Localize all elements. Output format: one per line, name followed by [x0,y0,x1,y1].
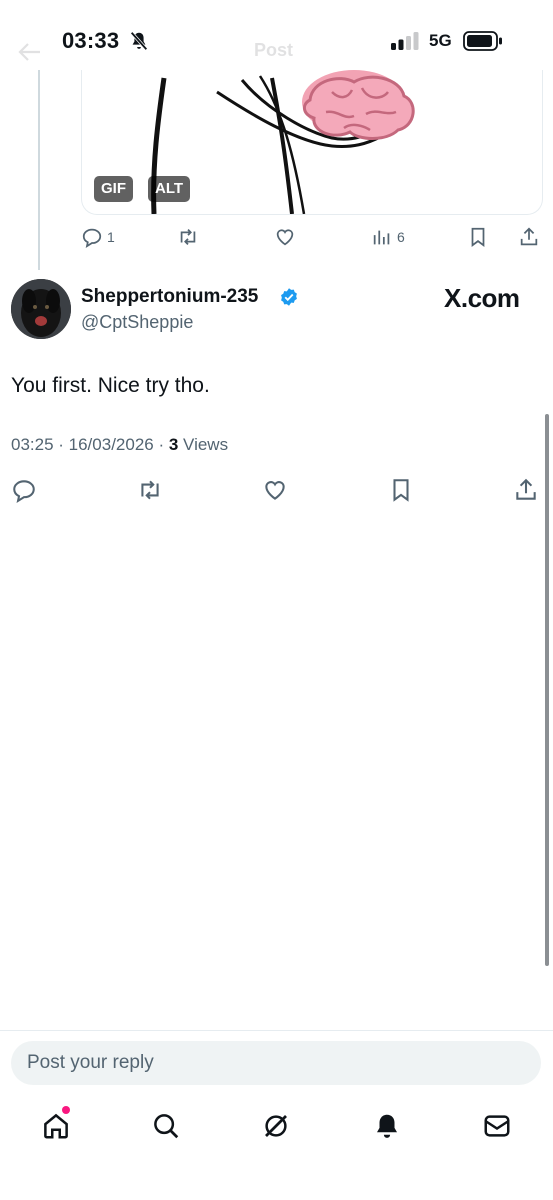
grok-icon [265,1115,287,1137]
nav-messages[interactable] [479,1108,515,1144]
back-arrow-icon[interactable] [18,42,42,62]
post-metadata: 03:25 · 16/03/2026 · 3 Views [11,435,228,455]
like-button[interactable] [261,477,289,503]
home-icon [44,1113,68,1139]
reply-placeholder: Post your reply [27,1052,154,1073]
nav-search[interactable] [148,1108,184,1144]
post-timestamp: 03:25 · 16/03/2026 · [11,435,169,454]
parent-share-button[interactable] [518,226,540,248]
author-handle[interactable]: @CptSheppie [81,312,193,333]
nav-notifications[interactable] [369,1108,405,1144]
heart-icon [276,229,294,246]
parent-bookmark-button[interactable] [467,226,489,248]
avatar[interactable] [11,279,71,339]
views-number: 3 [168,435,179,454]
repost-icon [141,480,159,500]
verified-badge-icon [281,288,297,306]
views-label: Views [178,435,229,454]
nav-home[interactable] [38,1108,74,1144]
heart-icon [265,481,285,500]
alt-badge[interactable]: ALT [148,176,191,202]
parent-views-button[interactable]: 6 [371,226,405,248]
share-icon [520,227,538,246]
search-icon [154,1114,179,1139]
views-icon [373,230,390,245]
parent-post-media[interactable]: GIF ALT [81,70,543,215]
share-icon [516,478,536,500]
author-name[interactable]: Sheppertonium-235 [81,286,258,308]
messages-icon [484,1115,510,1137]
silent-mode-icon [130,31,148,51]
post-text: You first. Nice try tho. [11,374,210,397]
notifications-icon [377,1114,397,1138]
gif-badge: GIF [94,176,133,202]
parent-like-button[interactable] [273,226,297,248]
share-button[interactable] [513,477,539,503]
parent-repost-button[interactable] [176,226,200,248]
page-title: Post [254,40,294,60]
notification-dot [62,1106,70,1114]
dog-avatar-image [11,279,71,339]
cellular-signal-icon [391,32,419,50]
network-type: 5G [429,31,452,50]
bookmark-icon [393,479,409,502]
reply-input[interactable]: Post your reply [11,1041,541,1085]
repost-icon [180,229,196,245]
reply-count: 1 [107,229,115,245]
parent-reply-button[interactable]: 1 [81,226,115,248]
bookmark-icon [471,227,485,247]
battery-icon [463,31,502,51]
reply-button[interactable] [11,477,37,503]
source-label: X.com [444,283,520,313]
divider [0,1030,553,1031]
views-count: 6 [397,229,405,245]
status-time: 03:33 [62,28,120,53]
bookmark-button[interactable] [388,477,414,503]
repost-button[interactable] [136,477,164,503]
reply-icon [82,228,102,248]
nav-grok[interactable] [258,1108,294,1144]
scrollbar[interactable] [545,414,549,966]
thread-connector-line [38,70,40,270]
reply-icon [13,480,35,503]
